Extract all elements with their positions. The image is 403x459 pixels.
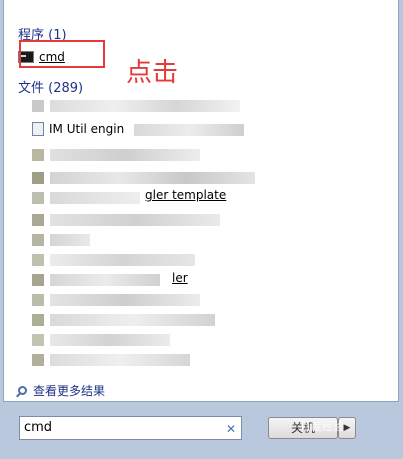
list-item (134, 124, 244, 136)
list-item[interactable] (32, 272, 160, 287)
see-more-results-link[interactable]: 查看更多结果 (18, 382, 105, 399)
highlight-box (19, 40, 105, 68)
file-icon (32, 313, 44, 326)
file-icon (32, 253, 44, 266)
file-icon (32, 213, 44, 226)
list-item[interactable] (32, 98, 240, 113)
file-icon (32, 99, 44, 112)
list-item[interactable] (32, 352, 190, 367)
list-item[interactable] (32, 292, 200, 307)
file-result-label[interactable]: gler template (145, 188, 226, 202)
file-icon (32, 148, 44, 161)
file-result-label[interactable]: IM Util engin (49, 122, 124, 136)
search-icon (18, 386, 27, 395)
file-icon (32, 233, 44, 246)
file-icon (32, 122, 44, 136)
list-item[interactable] (32, 232, 90, 247)
see-more-label: 查看更多结果 (33, 384, 106, 398)
list-item[interactable] (32, 170, 255, 185)
list-item[interactable] (32, 190, 140, 205)
list-item[interactable] (32, 147, 200, 162)
start-menu: 程序 (1) cmd 点击 文件 (289) IM Util engin gle… (3, 0, 399, 402)
annotation-text: 点击 (126, 58, 179, 88)
file-icon (32, 171, 44, 184)
chevron-right-icon: ▶ (343, 423, 351, 433)
file-icon (32, 191, 44, 204)
file-result-label[interactable]: ler (172, 271, 188, 285)
watermark: 百度经验 (300, 420, 344, 433)
list-item[interactable] (32, 332, 170, 347)
list-item[interactable] (32, 212, 220, 227)
search-input[interactable]: cmd (19, 416, 242, 440)
files-header: 文件 (289) (18, 81, 84, 96)
list-item[interactable] (32, 312, 215, 327)
file-icon (32, 353, 44, 366)
file-icon (32, 333, 44, 346)
list-item[interactable] (32, 252, 195, 267)
clear-icon[interactable]: ✕ (226, 422, 236, 436)
file-icon (32, 273, 44, 286)
file-icon (32, 293, 44, 306)
